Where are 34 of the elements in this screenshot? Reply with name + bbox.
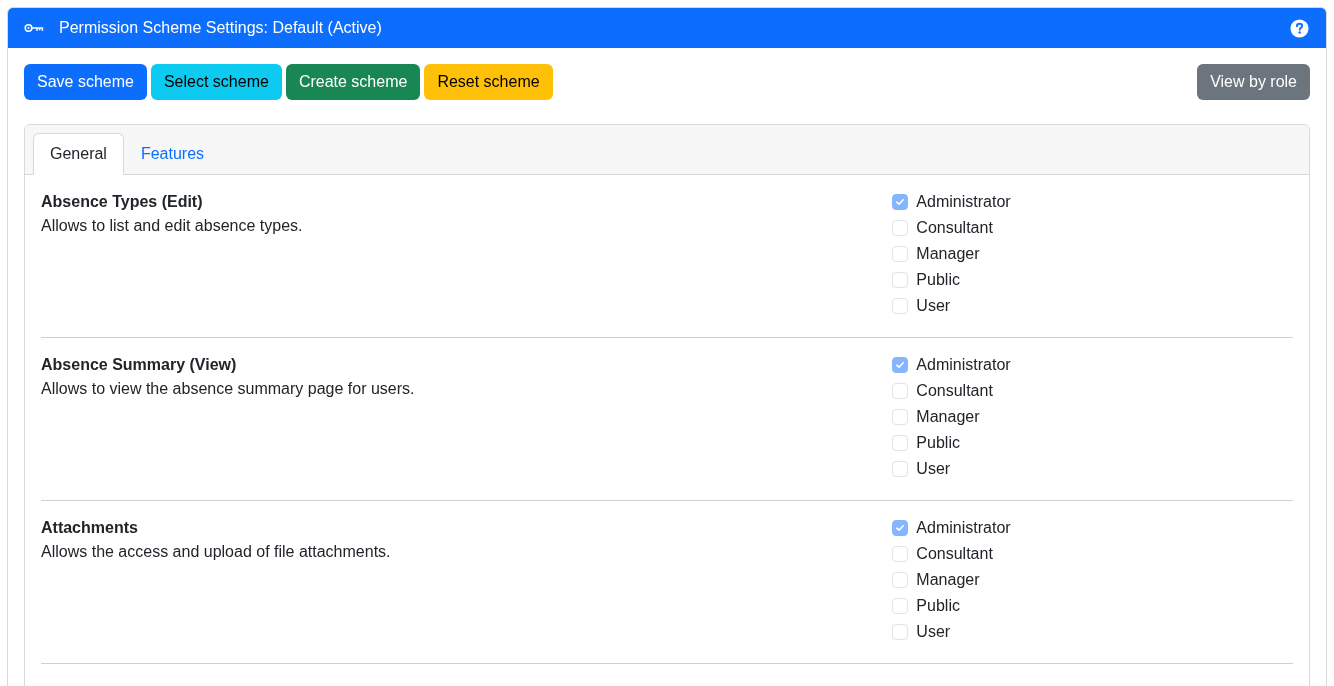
role-label: Administrator [916, 192, 1011, 212]
role-label: User [916, 622, 951, 642]
header-title: Permission Scheme Settings: Default (Active) [59, 18, 383, 38]
check-icon [896, 525, 905, 531]
role-label: Public [916, 433, 960, 453]
role-label: Public [916, 596, 960, 616]
toolbar-button[interactable]: Reset scheme [424, 64, 553, 100]
role-label: Manager [916, 570, 980, 590]
role-label: Administrator [916, 355, 1011, 375]
role-label: Manager [916, 407, 980, 427]
help-icon[interactable] [1290, 18, 1309, 38]
key-icon [24, 23, 44, 33]
role-label: Consultant [916, 544, 993, 564]
role-label: Public [916, 270, 960, 290]
permission-title: Absence Types (Edit) [41, 192, 204, 212]
role-label: Consultant [916, 381, 993, 401]
tab[interactable]: General [33, 133, 124, 175]
toolbar-button[interactable]: Select scheme [150, 64, 282, 100]
check-icon [896, 199, 905, 205]
permission-title: Absence Summary (View) [41, 355, 238, 375]
toolbar-button[interactable]: Create scheme [285, 64, 421, 100]
role-label: User [916, 459, 951, 479]
role-label: Administrator [916, 518, 1011, 538]
permission-description: Allows to view the absence summary page for users. [41, 379, 416, 399]
check-icon [896, 362, 905, 368]
role-label: Consultant [916, 218, 993, 238]
toolbar-button[interactable]: Save scheme [24, 64, 147, 100]
permission-description: Allows the access and upload of file attachments. [41, 542, 392, 562]
tab[interactable]: Features [123, 133, 222, 175]
permission-description: Allows to list and edit absence types. [41, 216, 304, 236]
view-button[interactable]: View by role [1197, 64, 1310, 100]
role-label: User [916, 296, 951, 316]
role-label: Manager [916, 244, 980, 264]
permission-title: Attachments [41, 518, 139, 538]
